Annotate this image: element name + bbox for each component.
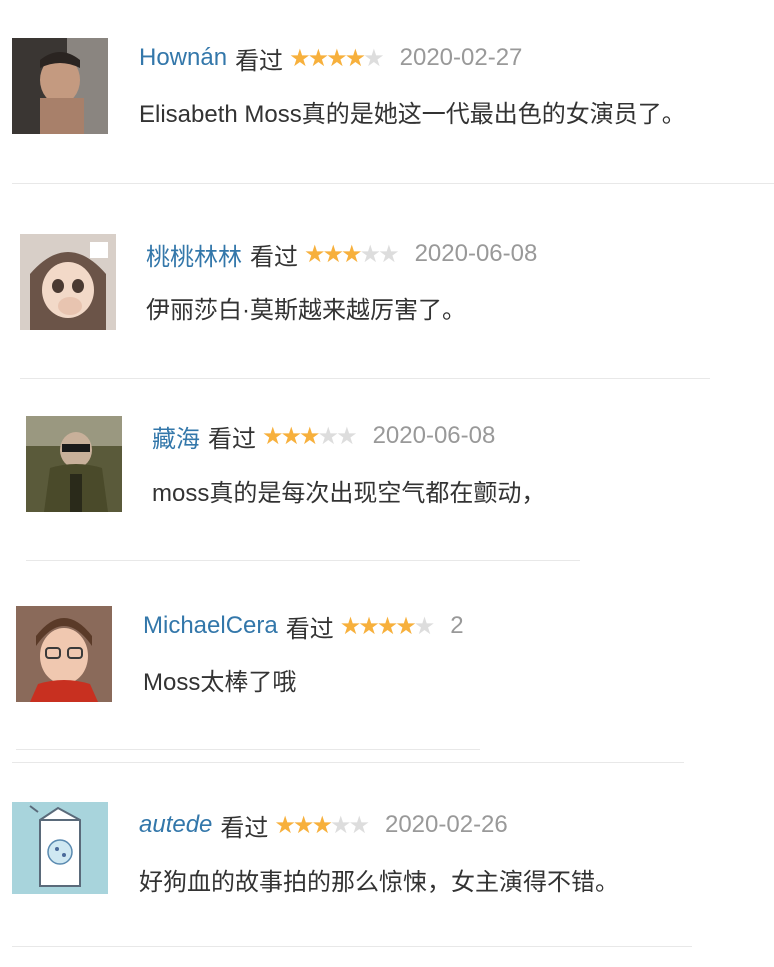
review-meta: Hownán 看过 ★ ★ ★ ★ ★ 2020-02-27 [139, 40, 522, 76]
star-filled-icon: ★ [311, 811, 332, 839]
star-filled-icon: ★ [344, 44, 366, 72]
review-meta: MichaelCera 看过 ★ ★ ★ ★ ★ 2 [143, 608, 480, 644]
divider [20, 378, 710, 379]
review-date: 2020-06-08 [372, 422, 496, 449]
watch-status: 看过 [220, 814, 269, 842]
avatar-image [26, 416, 122, 512]
watch-status: 看过 [208, 425, 256, 453]
star-filled-icon: ★ [274, 811, 295, 839]
star-filled-icon: ★ [322, 240, 344, 268]
review-meta: 藏海 看过 ★ ★ ★ ★ ★ 2020-06-08 [152, 418, 495, 454]
divider [16, 749, 480, 750]
star-filled-icon: ★ [307, 44, 329, 72]
rating-stars: ★ ★ ★ ★ ★ [289, 44, 385, 72]
star-filled-icon: ★ [292, 811, 314, 839]
avatar-image [12, 38, 108, 134]
watch-status: 看过 [285, 615, 334, 643]
username-link[interactable]: 桃桃林林 [146, 237, 242, 272]
star-empty-icon: ★ [378, 240, 399, 268]
watch-status: 看过 [250, 243, 298, 271]
star-empty-icon: ★ [336, 422, 357, 450]
review-meta: 桃桃林林 看过 ★ ★ ★ ★ ★ 2020-06-08 [146, 236, 537, 272]
star-filled-icon: ★ [326, 44, 347, 72]
avatar-image [20, 234, 116, 330]
review-comment: 好狗血的故事拍的那么惊悚，女主演得不错。 [139, 869, 619, 896]
review-comment: Elisabeth Moss真的是她这一代最出色的女演员了。 [139, 101, 686, 128]
star-empty-icon: ★ [363, 44, 384, 72]
rating-stars: ★ ★ ★ ★ ★ [274, 811, 370, 839]
avatar-image [12, 802, 108, 894]
star-filled-icon: ★ [289, 44, 310, 72]
review-comment: 伊丽莎白·莫斯越来越厉害了。 [146, 297, 466, 324]
user-avatar[interactable] [16, 606, 112, 702]
username-link[interactable]: MichaelCera [143, 612, 278, 640]
star-filled-icon: ★ [339, 612, 361, 640]
star-empty-icon: ★ [317, 422, 339, 450]
avatar-image [16, 606, 112, 702]
divider [12, 762, 684, 763]
username-link[interactable]: autede [139, 811, 212, 839]
user-avatar[interactable] [20, 234, 116, 330]
rating-stars: ★ ★ ★ ★ ★ [262, 422, 358, 450]
star-filled-icon: ★ [262, 422, 283, 450]
star-filled-icon: ★ [304, 240, 325, 268]
user-avatar[interactable] [26, 416, 122, 512]
rating-stars: ★ ★ ★ ★ ★ [304, 240, 400, 268]
username-link[interactable]: 藏海 [152, 419, 200, 454]
username-link[interactable]: Hownán [139, 44, 227, 72]
user-avatar[interactable] [12, 38, 108, 134]
star-filled-icon: ★ [341, 240, 362, 268]
star-empty-icon: ★ [348, 811, 369, 839]
watch-status: 看过 [235, 47, 284, 75]
star-filled-icon: ★ [299, 422, 320, 450]
star-empty-icon: ★ [359, 240, 381, 268]
review-date: 2020-02-27 [399, 44, 523, 71]
star-empty-icon: ★ [413, 612, 435, 640]
review-date: 2020-02-26 [384, 811, 508, 838]
review-comment: Moss太棒了哦 [143, 669, 297, 696]
star-filled-icon: ★ [395, 612, 416, 640]
star-filled-icon: ★ [358, 612, 379, 640]
user-avatar[interactable] [12, 802, 108, 894]
review-comment: moss真的是每次出现空气都在颤动， [152, 480, 546, 507]
divider [12, 183, 774, 184]
divider [12, 946, 692, 947]
star-filled-icon: ★ [280, 422, 302, 450]
review-meta: autede 看过 ★ ★ ★ ★ ★ 2020-02-26 [139, 807, 508, 843]
star-empty-icon: ★ [329, 811, 351, 839]
review-date: 2020-06-08 [414, 240, 538, 267]
star-filled-icon: ★ [376, 612, 398, 640]
divider [26, 560, 580, 561]
review-date: 2 [450, 612, 464, 639]
rating-stars: ★ ★ ★ ★ ★ [339, 612, 436, 640]
